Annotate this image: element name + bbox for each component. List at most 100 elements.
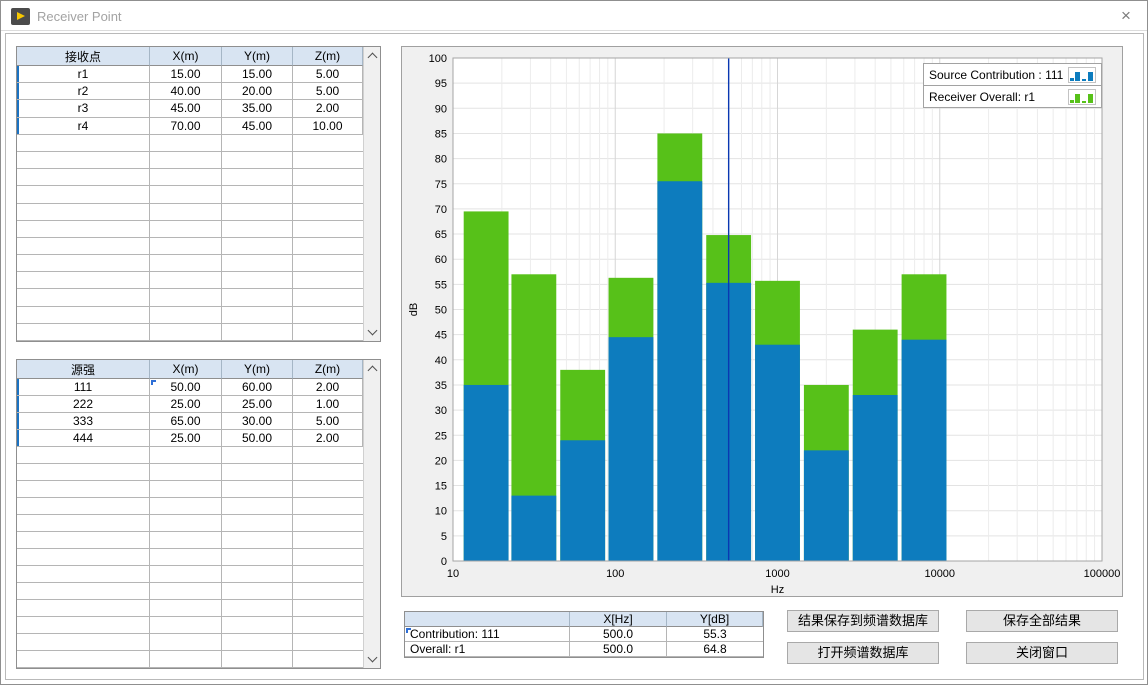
table-row[interactable] xyxy=(17,447,363,464)
table-row[interactable]: r345.0035.002.00 xyxy=(17,100,363,117)
table-cell[interactable] xyxy=(150,515,222,532)
table-cell[interactable] xyxy=(293,549,363,566)
table-cell[interactable]: 2.00 xyxy=(293,100,363,117)
table-cell[interactable] xyxy=(17,634,150,651)
table-row[interactable]: 33365.0030.005.00 xyxy=(17,413,363,430)
table-cell[interactable] xyxy=(293,634,363,651)
table-cell[interactable]: 10.00 xyxy=(293,118,363,135)
table-cell[interactable] xyxy=(293,272,363,289)
table-cell[interactable] xyxy=(293,532,363,549)
table-cell[interactable] xyxy=(222,566,293,583)
table-row[interactable] xyxy=(17,135,363,152)
table-cell[interactable] xyxy=(222,583,293,600)
table-cell[interactable] xyxy=(222,307,293,324)
table-row[interactable] xyxy=(17,515,363,532)
table-cell[interactable] xyxy=(222,481,293,498)
table-cell[interactable]: 45.00 xyxy=(222,118,293,135)
table-cell[interactable] xyxy=(222,289,293,306)
table-cell[interactable] xyxy=(222,464,293,481)
table-cell[interactable] xyxy=(293,152,363,169)
table-cell[interactable]: 30.00 xyxy=(222,413,293,430)
table-cell[interactable] xyxy=(293,186,363,203)
table-cell[interactable] xyxy=(293,307,363,324)
scrollbar-up-button[interactable] xyxy=(364,47,380,64)
table-cell[interactable] xyxy=(150,307,222,324)
table-cell[interactable] xyxy=(293,464,363,481)
table-cell[interactable] xyxy=(150,634,222,651)
table-row[interactable]: 44425.0050.002.00 xyxy=(17,430,363,447)
table-row[interactable] xyxy=(17,532,363,549)
table-scrollbar[interactable] xyxy=(363,47,380,341)
table-cell[interactable] xyxy=(293,651,363,668)
table-cell[interactable] xyxy=(222,515,293,532)
table-cell[interactable]: 5.00 xyxy=(293,83,363,100)
table-cell[interactable] xyxy=(150,135,222,152)
table-cell[interactable] xyxy=(17,289,150,306)
table-cell[interactable] xyxy=(222,634,293,651)
source-table[interactable]: 源强X(m)Y(m)Z(m)11150.0060.002.0022225.002… xyxy=(16,359,381,669)
table-row[interactable]: Overall: r1500.064.8 xyxy=(405,642,763,657)
table-row[interactable] xyxy=(17,169,363,186)
table-cell[interactable] xyxy=(293,498,363,515)
table-cell[interactable] xyxy=(17,498,150,515)
table-cell[interactable]: 64.8 xyxy=(667,642,763,657)
table-cell[interactable] xyxy=(17,515,150,532)
table-cell[interactable] xyxy=(293,255,363,272)
table-row[interactable] xyxy=(17,600,363,617)
table-row[interactable] xyxy=(17,307,363,324)
table-cell[interactable]: 60.00 xyxy=(222,379,293,396)
table-cell[interactable] xyxy=(222,651,293,668)
table-cell[interactable] xyxy=(150,498,222,515)
table-row[interactable] xyxy=(17,272,363,289)
spectrum-chart[interactable]: 0510152025303540455055606570758085909510… xyxy=(402,47,1122,596)
table-cell[interactable] xyxy=(222,617,293,634)
contribution-bar[interactable] xyxy=(657,181,702,561)
table-cell[interactable] xyxy=(293,289,363,306)
table-row[interactable]: Contribution: 111500.055.3 xyxy=(405,627,763,642)
table-cell[interactable] xyxy=(150,238,222,255)
table-row[interactable] xyxy=(17,152,363,169)
table-cell[interactable] xyxy=(17,481,150,498)
table-cell[interactable]: 25.00 xyxy=(150,396,222,413)
table-cell[interactable] xyxy=(222,532,293,549)
table-cell[interactable] xyxy=(150,566,222,583)
table-cell[interactable]: 55.3 xyxy=(667,627,763,642)
table-row[interactable] xyxy=(17,289,363,306)
table-cell[interactable] xyxy=(293,566,363,583)
table-cell[interactable] xyxy=(222,186,293,203)
table-cell[interactable] xyxy=(222,272,293,289)
table-cell[interactable] xyxy=(222,600,293,617)
table-cell[interactable] xyxy=(17,651,150,668)
save-all-results-button[interactable]: 保存全部结果 xyxy=(966,610,1118,632)
readout-table[interactable]: X[Hz]Y[dB]Contribution: 111500.055.3Over… xyxy=(404,611,764,658)
table-cell[interactable]: 500.0 xyxy=(570,642,667,657)
table-cell[interactable]: 444 xyxy=(17,430,150,447)
table-cell[interactable]: 2.00 xyxy=(293,430,363,447)
contribution-bar[interactable] xyxy=(755,345,800,561)
save-to-spectrum-db-button[interactable]: 结果保存到频谱数据库 xyxy=(787,610,939,632)
table-cell[interactable] xyxy=(222,447,293,464)
table-cell[interactable] xyxy=(150,549,222,566)
table-cell[interactable]: r2 xyxy=(17,83,150,100)
table-cell[interactable]: r4 xyxy=(17,118,150,135)
table-cell[interactable]: 111 xyxy=(17,379,150,396)
table-cell[interactable] xyxy=(222,255,293,272)
scrollbar-down-button[interactable] xyxy=(364,651,380,668)
table-cell[interactable] xyxy=(150,204,222,221)
table-cell[interactable] xyxy=(222,498,293,515)
table-row[interactable] xyxy=(17,583,363,600)
table-cell[interactable] xyxy=(293,617,363,634)
table-cell[interactable]: 5.00 xyxy=(293,66,363,83)
table-cell[interactable] xyxy=(17,617,150,634)
table-cell[interactable] xyxy=(17,447,150,464)
table-cell[interactable] xyxy=(17,272,150,289)
table-cell[interactable] xyxy=(17,186,150,203)
table-row[interactable] xyxy=(17,498,363,515)
table-cell[interactable]: 15.00 xyxy=(222,66,293,83)
contribution-bar[interactable] xyxy=(511,496,556,561)
table-cell[interactable]: r1 xyxy=(17,66,150,83)
table-cell[interactable]: 333 xyxy=(17,413,150,430)
receiver-table[interactable]: 接收点X(m)Y(m)Z(m)r115.0015.005.00r240.0020… xyxy=(16,46,381,342)
table-cell[interactable]: 40.00 xyxy=(150,83,222,100)
table-cell[interactable]: 5.00 xyxy=(293,413,363,430)
